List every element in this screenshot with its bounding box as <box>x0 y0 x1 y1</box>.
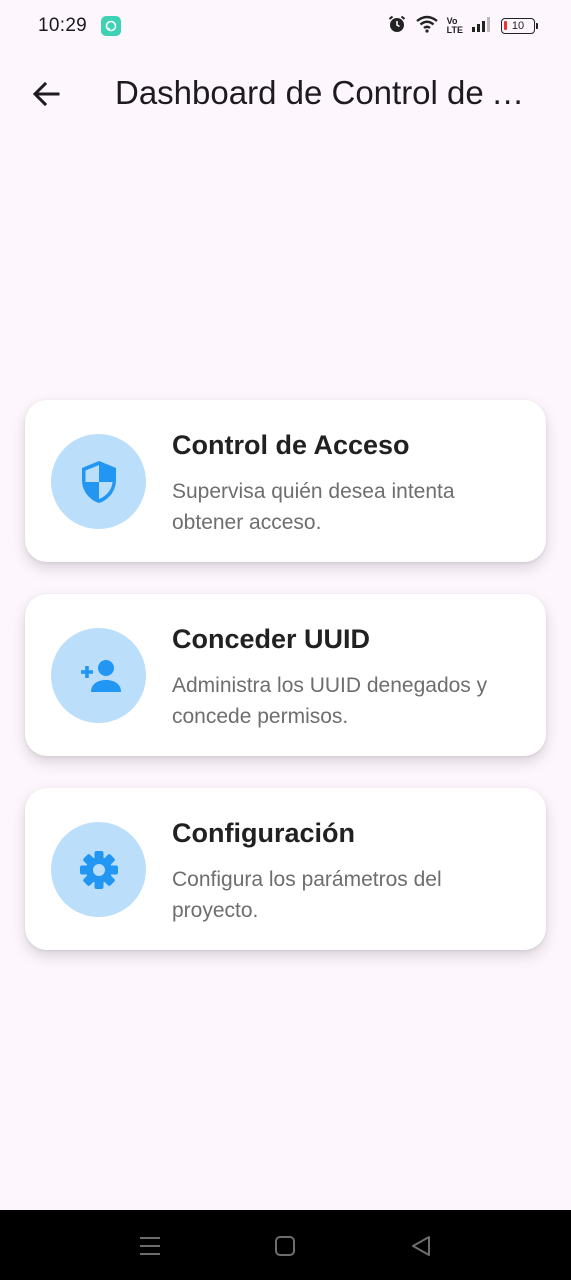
home-button[interactable] <box>272 1233 298 1259</box>
alarm-icon <box>387 14 407 39</box>
card-title: Configuración <box>172 818 355 848</box>
wifi-icon <box>415 14 439 39</box>
triangle-back-icon <box>412 1236 430 1256</box>
clock: 10:29 <box>38 15 88 36</box>
card-configuracion[interactable]: Configuración Configura los parámetros d… <box>25 788 546 950</box>
chat-app-icon <box>101 16 122 36</box>
battery-icon: 10 <box>501 18 538 34</box>
card-description: Configura los parámetros del proyecto. <box>172 868 442 922</box>
gear-icon <box>79 850 118 889</box>
status-right: Vo LTE 10 <box>387 14 538 39</box>
card-icon-circle <box>51 628 146 723</box>
card-conceder-uuid[interactable]: Conceder UUID Administra los UUID denega… <box>25 594 546 756</box>
arrow-back-icon <box>32 81 60 107</box>
system-nav-bar <box>0 1210 571 1280</box>
back-button[interactable] <box>24 72 68 116</box>
menu-icon <box>140 1237 160 1255</box>
card-icon-circle <box>51 434 146 529</box>
back-nav-button[interactable] <box>408 1233 434 1259</box>
recent-apps-button[interactable] <box>137 1233 163 1259</box>
card-title: Conceder UUID <box>172 624 371 654</box>
card-control-de-acceso[interactable]: Control de Acceso Supervisa quién desea … <box>25 400 546 562</box>
card-icon-circle <box>51 822 146 917</box>
shield-icon <box>81 460 116 503</box>
volte-bottom-label: LTE <box>446 25 463 35</box>
card-description: Administra los UUID denegados y concede … <box>172 674 488 728</box>
card-title: Control de Acceso <box>172 430 410 460</box>
status-bar: 10:29 Vo LTE 10 <box>0 0 571 52</box>
volte-indicator: Vo LTE <box>447 17 463 35</box>
page-title: Dashboard de Control de Acceso <box>115 74 535 111</box>
square-icon <box>275 1236 295 1256</box>
status-left: 10:29 <box>38 15 122 37</box>
person-add-icon <box>80 659 121 692</box>
card-description: Supervisa quién desea intenta obtener ac… <box>172 480 455 534</box>
menu-cards: Control de Acceso Supervisa quién desea … <box>25 400 546 982</box>
app-bar: Dashboard de Control de Acceso <box>0 52 571 140</box>
signal-icon <box>471 16 493 37</box>
